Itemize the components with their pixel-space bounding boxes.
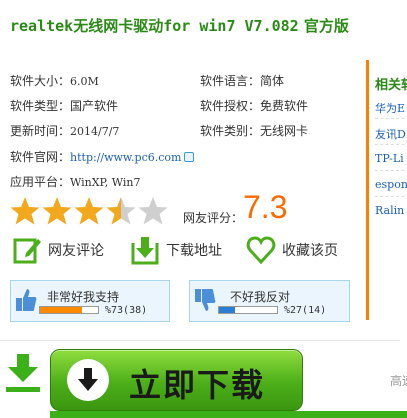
language-label: 软件语言： xyxy=(200,74,261,88)
title-suffix: 官方版 xyxy=(298,17,349,35)
category-label: 软件类别： xyxy=(200,124,261,138)
thumbs-up-icon xyxy=(16,289,37,311)
size-row: 软件大小：6.0M xyxy=(10,72,99,89)
divider xyxy=(0,340,400,341)
license-row: 软件授权：免费软件 xyxy=(200,97,308,114)
update-row: 更新时间：2014/7/7 xyxy=(10,122,119,139)
language-row: 软件语言：简体 xyxy=(200,72,284,89)
sidebar-item[interactable]: 友讯D xyxy=(375,126,406,142)
external-link-icon[interactable] xyxy=(184,152,195,162)
title-latin: realtek xyxy=(10,17,74,35)
heart-icon xyxy=(246,236,276,265)
type-label: 软件类型： xyxy=(10,99,71,113)
related-sidebar: 相关软件 华为E 友讯D TP-Li espon Ralin xyxy=(366,60,407,320)
platform-label: 应用平台： xyxy=(10,175,71,189)
score-label: 网友评分： xyxy=(183,211,244,225)
thumbs-down-icon xyxy=(195,289,216,311)
sidebar-divider xyxy=(375,118,407,119)
sidebar-item[interactable]: Ralin xyxy=(375,204,404,217)
vote-good-percent: %73(38) xyxy=(105,305,148,316)
platform-row: 应用平台：WinXP, Win7 xyxy=(10,173,140,190)
update-value: 2014/7/7 xyxy=(70,125,120,138)
type-value: 国产软件 xyxy=(70,99,119,113)
title-chinese: 无线网卡驱动 xyxy=(73,17,164,35)
star-icon[interactable] xyxy=(138,196,168,226)
vote-good-label: 非常好我支持 xyxy=(47,290,120,304)
language-value: 简体 xyxy=(260,74,285,88)
vote-good-button[interactable]: 非常好我支持 %73(38) xyxy=(10,280,170,322)
star-icon[interactable] xyxy=(42,196,72,226)
review-label: 网友评论 xyxy=(48,243,104,259)
download-icon xyxy=(131,237,159,265)
download-address-label: 下载地址 xyxy=(166,243,222,259)
download-circle-icon xyxy=(67,359,109,401)
category-row: 软件类别：无线网卡 xyxy=(200,122,308,139)
category-value: 无线网卡 xyxy=(260,124,309,138)
sidebar-accent-bar xyxy=(366,60,369,320)
download-address-button[interactable]: 下载地址 xyxy=(130,235,222,265)
star-rating xyxy=(10,196,168,226)
vote-bad-bar xyxy=(218,306,278,314)
platform-value: WinXP, Win7 xyxy=(70,176,141,189)
star-icon[interactable] xyxy=(106,196,136,226)
size-label: 软件大小： xyxy=(10,74,71,88)
sidebar-title: 相关软件 xyxy=(375,78,407,93)
arrow-down-icon xyxy=(78,368,98,391)
sidebar-divider xyxy=(375,144,407,145)
vote-bad-bar-fill xyxy=(219,307,235,313)
score-value: 7.3 xyxy=(243,189,288,225)
vote-good-bar-fill xyxy=(40,307,83,313)
size-value: 6.0M xyxy=(70,75,99,88)
sidebar-divider xyxy=(375,170,407,171)
vote-good-bar xyxy=(39,306,99,314)
sidebar-item[interactable]: TP-Li xyxy=(375,152,404,165)
website-link[interactable]: http://www.pc6.com xyxy=(70,151,181,164)
download-now-button[interactable]: 立即下载 xyxy=(50,349,303,411)
star-icon[interactable] xyxy=(10,196,40,226)
vote-bad-button[interactable]: 不好我反对 %27(14) xyxy=(189,280,350,322)
sidebar-item[interactable]: 华为E xyxy=(375,100,405,116)
download-underline xyxy=(50,411,407,418)
vote-bad-percent: %27(14) xyxy=(284,305,327,316)
sidebar-divider xyxy=(375,196,407,197)
edit-icon xyxy=(13,238,41,264)
update-label: 更新时间： xyxy=(10,124,71,138)
download-arrow-icon xyxy=(6,354,40,392)
type-row: 软件类型：国产软件 xyxy=(10,97,118,114)
high-speed-label: 高速 xyxy=(390,374,407,388)
license-label: 软件授权： xyxy=(200,99,261,113)
title-version: for win7 V7.082 xyxy=(163,17,299,35)
license-value: 免费软件 xyxy=(260,99,309,113)
download-now-label: 立即下载 xyxy=(129,366,266,404)
page-title: realtek无线网卡驱动for win7 V7.082 官方版 xyxy=(10,15,349,36)
favorite-label: 收藏该页 xyxy=(282,243,338,259)
website-row: 软件官网：http://www.pc6.com xyxy=(10,148,195,165)
website-label: 软件官网： xyxy=(10,150,71,164)
star-icon[interactable] xyxy=(74,196,104,226)
review-button[interactable]: 网友评论 xyxy=(12,235,104,265)
sidebar-item[interactable]: espon xyxy=(375,178,407,191)
vote-bad-label: 不好我反对 xyxy=(230,290,291,304)
favorite-button[interactable]: 收藏该页 xyxy=(246,235,338,265)
